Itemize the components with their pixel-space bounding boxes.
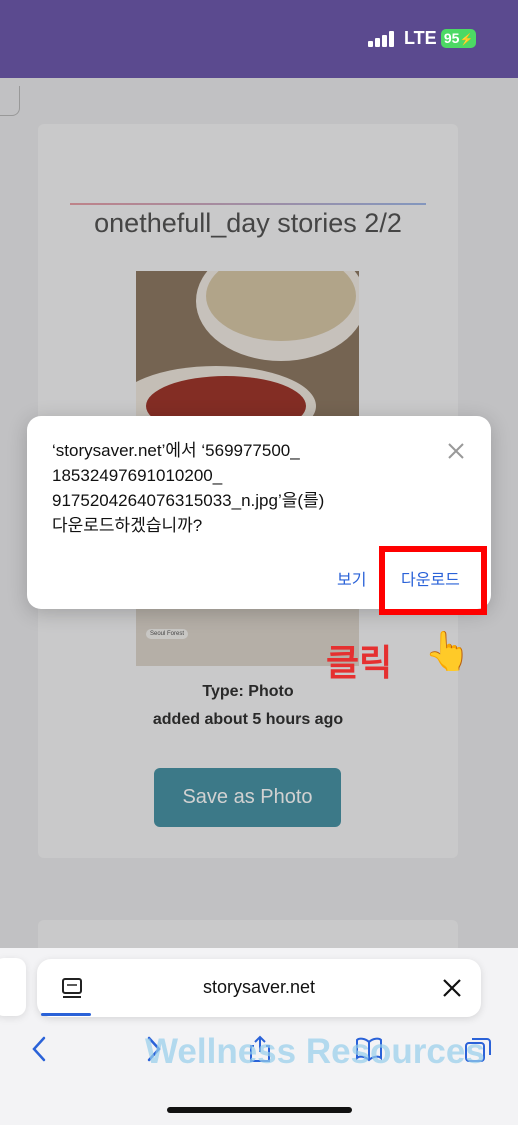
click-annotation: 클릭 — [326, 642, 393, 683]
download-highlight-box — [379, 546, 487, 615]
reader-indicator — [41, 1013, 91, 1016]
browser-toolbar: storysaver.net Wellness Resources — [0, 948, 518, 1125]
dialog-message-line: 다운로드하겠습니까? — [52, 516, 203, 535]
watermark: Wellness Resources — [145, 1032, 485, 1071]
pointing-hand-icon: 👆 — [424, 631, 472, 673]
network-label: LTE — [404, 28, 437, 48]
url-text: storysaver.net — [202, 977, 316, 997]
back-icon[interactable] — [25, 1034, 55, 1064]
status-bar: LTE 95⚡ — [0, 0, 518, 78]
dialog-message-line: 9175204264076315033_n.jpg’을(를) — [52, 491, 325, 510]
previous-tab[interactable] — [0, 958, 26, 1016]
dialog-message-line: 18532497691010200_ — [52, 466, 223, 485]
battery-icon: 95⚡ — [441, 29, 476, 48]
address-bar[interactable]: storysaver.net — [37, 959, 481, 1017]
battery-level: 95 — [443, 30, 460, 46]
view-button[interactable]: 보기 — [337, 566, 366, 590]
close-tab-icon[interactable] — [441, 977, 463, 999]
dialog-message-line: ‘storysaver.net’에서 ‘569977500_ — [52, 441, 300, 460]
close-icon[interactable] — [444, 439, 468, 463]
dialog-message: ‘storysaver.net’에서 ‘569977500_ 185324976… — [52, 438, 432, 538]
signal-icon — [368, 31, 396, 47]
home-indicator — [167, 1107, 352, 1113]
